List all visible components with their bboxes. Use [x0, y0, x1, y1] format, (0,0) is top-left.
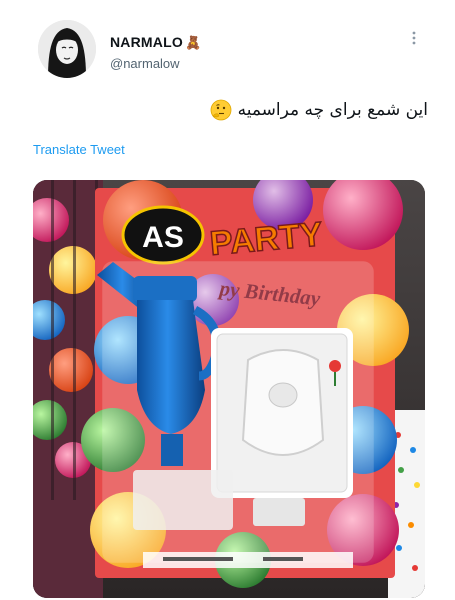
tweet-header: NARMALO 🧸 @narmalow: [0, 0, 455, 90]
bear-face-icon: 🧸: [184, 35, 202, 50]
tweet-photo[interactable]: AS PARTY py Birthday: [33, 180, 425, 598]
user-handle[interactable]: @narmalow: [110, 56, 180, 71]
avatar[interactable]: [38, 20, 96, 78]
display-name[interactable]: NARMALO 🧸: [110, 34, 201, 51]
more-options-icon[interactable]: [406, 28, 422, 48]
avatar-image: [38, 20, 96, 78]
translate-tweet-link[interactable]: Translate Tweet: [33, 142, 125, 157]
tweet-text: این شمع برای چه مراسمیه: [150, 95, 428, 125]
package-brand: AS: [142, 221, 184, 254]
tweet-text-body: این شمع برای چه مراسمیه: [237, 100, 428, 120]
thinking-face-icon: [210, 99, 231, 121]
display-name-text: NARMALO: [110, 34, 183, 50]
candle-package-image: AS PARTY py Birthday: [33, 180, 425, 598]
